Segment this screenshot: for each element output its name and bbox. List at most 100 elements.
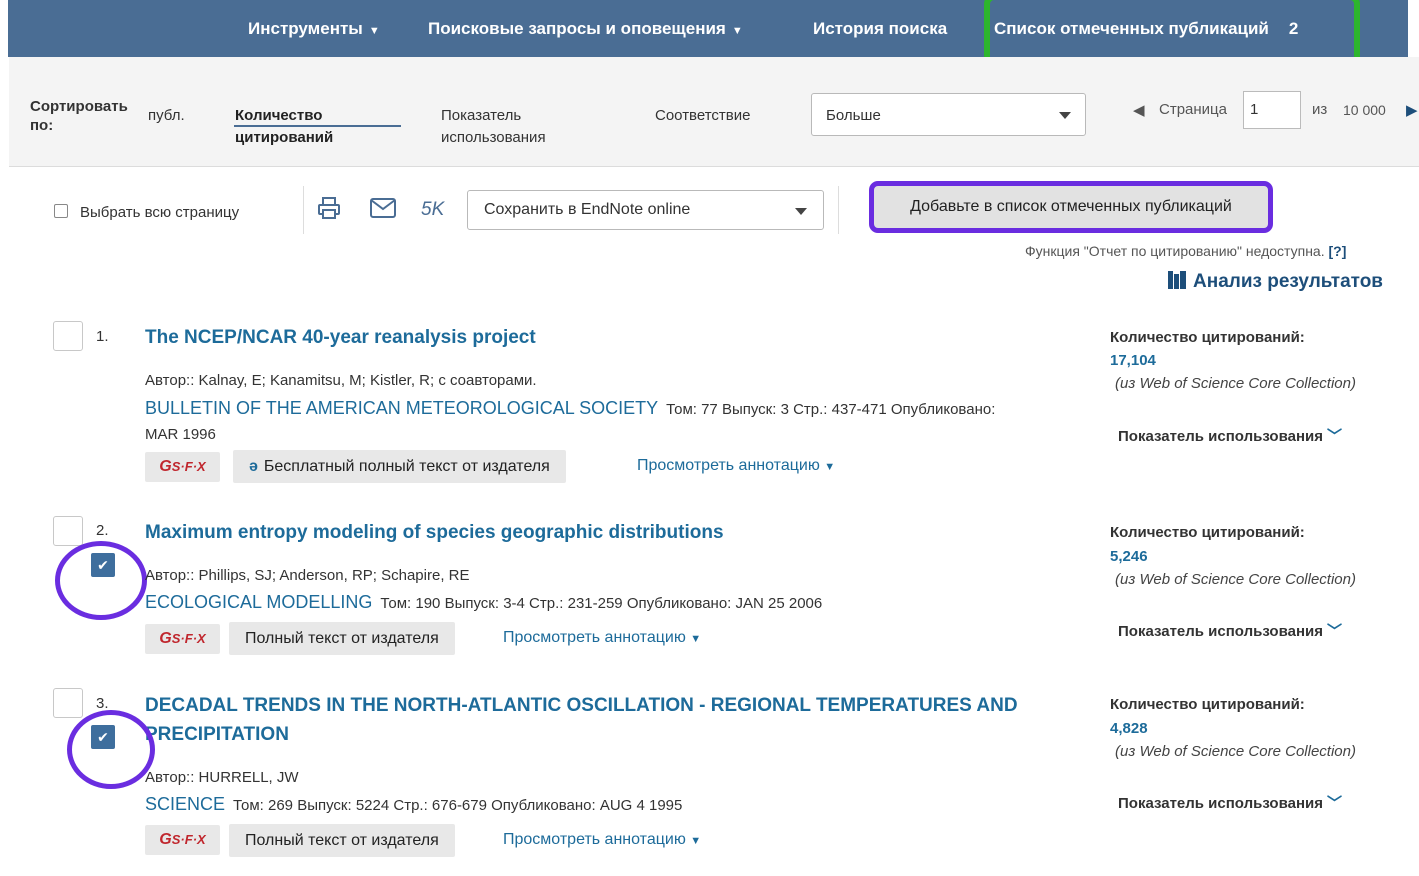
bar-chart-icon (1168, 271, 1186, 289)
record-checkbox[interactable] (53, 688, 83, 718)
chevron-down-icon: ﹀ (1327, 428, 1343, 445)
view-abstract-link[interactable]: Просмотреть аннотацию ▼ (503, 629, 701, 647)
view-abstract-link[interactable]: Просмотреть аннотацию ▼ (503, 831, 701, 849)
select-page-checkbox[interactable] (54, 204, 68, 218)
total-pages: 10 000 (1343, 102, 1386, 118)
fulltext-button[interactable]: Полный текст от издателя (229, 622, 455, 655)
record-title[interactable]: Maximum entropy modeling of species geog… (145, 518, 724, 547)
record-authors: Автор:: Kalnay, E; Kanamitsu, M; Kistler… (145, 372, 537, 389)
usage-count-toggle[interactable]: Показатель использования ﹀ (1118, 620, 1342, 641)
add-to-marked-list-button[interactable]: Добавьте в список отмеченных публикаций (869, 181, 1273, 233)
citation-count[interactable]: 5,246 (1110, 548, 1148, 565)
view-abstract-label: Просмотреть аннотацию (503, 831, 686, 848)
printer-icon[interactable] (317, 196, 341, 225)
sfx-button[interactable]: GS·F·X (145, 452, 220, 482)
usage-label: Показатель использования (1118, 623, 1323, 640)
save-to-value: Сохранить в EndNote online (484, 201, 691, 218)
envelope-icon[interactable] (370, 198, 396, 223)
record-title[interactable]: DECADAL TRENDS IN THE NORTH-ATLANTIC OSC… (145, 691, 1075, 749)
chevron-down-icon: ﹀ (1327, 795, 1343, 812)
dropdown-arrow-icon (795, 208, 807, 215)
record-source: BULLETIN OF THE AMERICAN METEOROLOGICAL … (145, 396, 1095, 447)
record-source: ECOLOGICAL MODELLING Том: 190 Выпуск: 3-4… (145, 590, 1095, 616)
searches-alerts-label: Поисковые запросы и оповещения (428, 19, 726, 38)
journal-link[interactable]: ECOLOGICAL MODELLING (145, 592, 372, 612)
page-label: Страница (1159, 101, 1227, 118)
citation-count-label: Количество цитирований: (1110, 696, 1305, 713)
sort-option-pub[interactable]: публ. (148, 105, 185, 127)
fulltext-label: Полный текст от издателя (245, 832, 439, 849)
sfx-label: S·F·X (171, 631, 206, 646)
usage-count-toggle[interactable]: Показатель использования ﹀ (1118, 425, 1342, 446)
record-title-line2: PRECIPITATION (145, 724, 289, 745)
usage-label: Показатель использования (1118, 428, 1323, 445)
search-history-link[interactable]: История поиска (813, 19, 947, 39)
searches-alerts-menu[interactable]: Поисковые запросы и оповещения ▼ (428, 19, 743, 39)
view-abstract-label: Просмотреть аннотацию (637, 457, 820, 474)
journal-link[interactable]: BULLETIN OF THE AMERICAN METEOROLOGICAL … (145, 398, 658, 418)
chevron-down-icon: ▼ (368, 25, 380, 37)
of-label: из (1312, 101, 1328, 118)
citation-count[interactable]: 17,104 (1110, 352, 1156, 369)
record-meta: Том: 190 Выпуск: 3-4 Стр.: 231-259 Опубл… (380, 595, 823, 612)
view-abstract-label: Просмотреть аннотацию (503, 629, 686, 646)
dropdown-arrow-icon (1059, 112, 1071, 119)
citation-source: (из Web of Science Core Collection) (1115, 375, 1356, 392)
select-page-label: Выбрать всю страницу (80, 204, 240, 221)
divider (303, 186, 304, 234)
sfx-label: S·F·X (171, 459, 206, 474)
record-checkbox[interactable] (53, 321, 83, 351)
caret-down-icon: ▼ (824, 461, 836, 473)
save-to-select[interactable]: Сохранить в EndNote online (467, 190, 824, 230)
citation-report-notice: Функция "Отчет по цитированию" недоступн… (1025, 243, 1346, 259)
usage-count-toggle[interactable]: Показатель использования ﹀ (1118, 792, 1342, 813)
sort-option-citations[interactable]: Количество цитирований (235, 105, 400, 149)
next-page-icon[interactable]: ▶ (1406, 101, 1418, 119)
fulltext-label: Полный текст от издателя (245, 630, 439, 647)
sort-more-select[interactable]: Больше (811, 93, 1086, 136)
tools-menu[interactable]: Инструменты ▼ (248, 19, 380, 39)
citation-count-label: Количество цитирований: (1110, 524, 1305, 541)
divider (838, 186, 839, 234)
five-k-button[interactable]: 5K (421, 199, 444, 221)
caret-down-icon: ▼ (690, 633, 702, 645)
citation-source: (из Web of Science Core Collection) (1115, 571, 1356, 588)
citation-source: (из Web of Science Core Collection) (1115, 743, 1356, 760)
chevron-down-icon: ▼ (731, 25, 743, 37)
active-sort-underline (234, 125, 401, 127)
record-authors: Автор:: HURRELL, JW (145, 769, 299, 786)
sfx-button[interactable]: GS·F·X (145, 825, 220, 855)
help-link[interactable]: [?] (1329, 243, 1347, 259)
chevron-down-icon: ﹀ (1327, 623, 1343, 640)
sfx-label: S·F·X (171, 832, 206, 847)
record-number: 2. (96, 522, 109, 539)
prev-page-icon[interactable]: ◀ (1133, 101, 1145, 119)
analyze-results-link[interactable]: Анализ результатов (1168, 271, 1383, 293)
record-checkbox[interactable] (53, 516, 83, 546)
caret-down-icon: ▼ (690, 835, 702, 847)
sort-more-value: Больше (826, 107, 881, 124)
checkbox-highlight (67, 710, 155, 789)
sfx-button[interactable]: GS·F·X (145, 624, 220, 654)
record-meta: Том: 77 Выпуск: 3 Стр.: 437-471 Опублико… (666, 401, 996, 418)
sort-option-usage[interactable]: Показатель использования (441, 105, 611, 149)
citation-count[interactable]: 4,828 (1110, 720, 1148, 737)
fulltext-label: Бесплатный полный текст от издателя (263, 458, 550, 475)
page-number-input[interactable]: 1 (1243, 91, 1301, 129)
fulltext-button[interactable]: Полный текст от издателя (229, 824, 455, 857)
sort-option-relevance[interactable]: Соответствие (655, 105, 750, 127)
view-abstract-link[interactable]: Просмотреть аннотацию ▼ (637, 457, 835, 475)
free-fulltext-button[interactable]: ә Бесплатный полный текст от издателя (233, 450, 566, 483)
citation-report-text: Функция "Отчет по цитированию" недоступн… (1025, 243, 1325, 259)
checkbox-highlight (55, 541, 147, 620)
record-date: MAR 1996 (145, 426, 216, 443)
usage-label: Показатель использования (1118, 795, 1323, 812)
tools-label: Инструменты (248, 19, 363, 38)
analyze-results-label: Анализ результатов (1193, 271, 1383, 292)
journal-link[interactable]: SCIENCE (145, 794, 225, 814)
record-title[interactable]: The NCEP/NCAR 40-year reanalysis project (145, 323, 536, 352)
record-source: SCIENCE Том: 269 Выпуск: 5224 Стр.: 676-6… (145, 792, 1095, 818)
record-meta: Том: 269 Выпуск: 5224 Стр.: 676-679 Опуб… (233, 797, 683, 814)
citation-count-label: Количество цитирований: (1110, 329, 1305, 346)
record-number: 1. (96, 328, 109, 345)
